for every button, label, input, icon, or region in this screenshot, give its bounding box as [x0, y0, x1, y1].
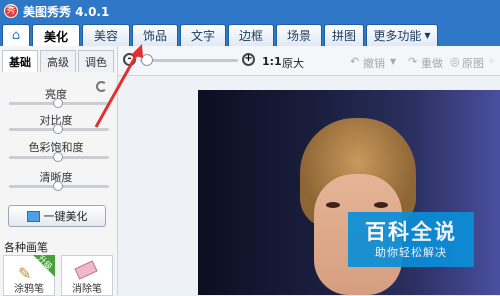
arrow-head: [131, 44, 143, 58]
annotation-arrow: [94, 44, 143, 128]
arrow-shaft: [94, 51, 140, 128]
